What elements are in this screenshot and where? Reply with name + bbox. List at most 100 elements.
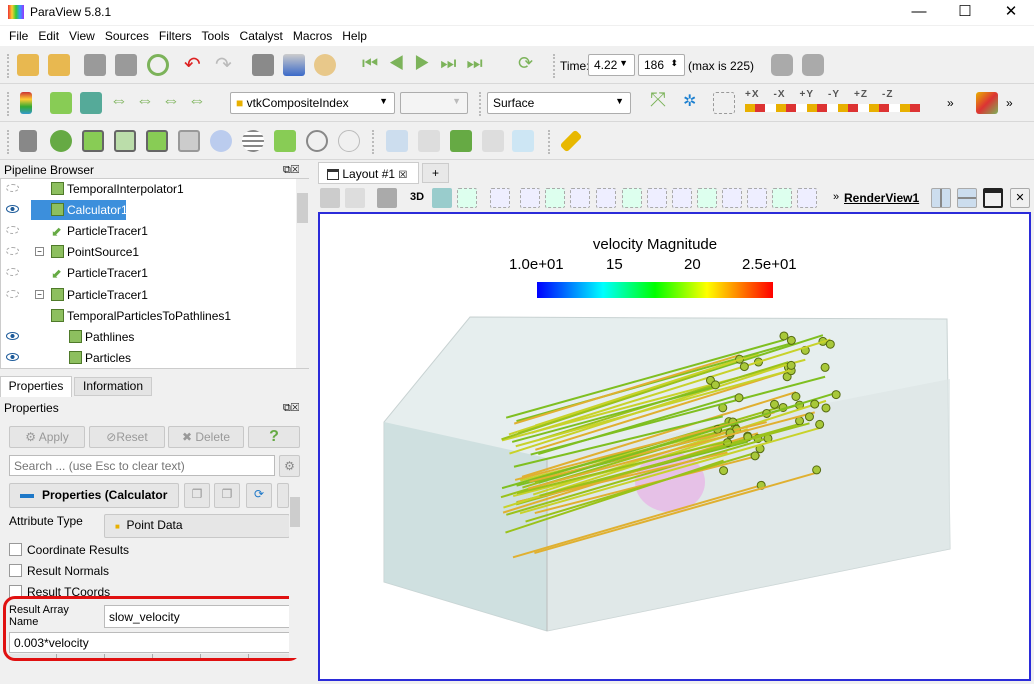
set-view-minus-z[interactable]: -Z: [882, 89, 893, 100]
open-file-icon[interactable]: [17, 54, 39, 76]
toolbar-grip[interactable]: [553, 54, 557, 78]
undo-icon[interactable]: ↶: [184, 52, 201, 77]
add-layout-tab[interactable]: +: [422, 163, 449, 183]
set-view-plus-y[interactable]: +Y: [800, 89, 815, 100]
group-datasets-icon[interactable]: [306, 130, 328, 152]
attribute-type-combo[interactable]: ■ Point Data: [104, 514, 290, 538]
scrollbar-thumb[interactable]: [297, 193, 308, 223]
properties-hscrollbar[interactable]: [9, 662, 299, 674]
eye-hidden-icon[interactable]: [6, 268, 19, 276]
load-state-icon[interactable]: [48, 54, 70, 76]
selection-tool-icon[interactable]: [570, 188, 590, 208]
loop-icon[interactable]: ⟳: [518, 53, 533, 74]
color-array-combo[interactable]: ■ vtkCompositeIndex ▼: [230, 92, 395, 114]
apply-button[interactable]: ⚙ Apply: [9, 426, 85, 448]
selection-tool-icon[interactable]: [490, 188, 510, 208]
selection-tool-icon[interactable]: [697, 188, 717, 208]
toolbar-grip[interactable]: [372, 130, 376, 154]
calculator-icon[interactable]: [19, 130, 37, 152]
zoom-box-icon[interactable]: [432, 188, 452, 208]
toolbar-grip[interactable]: [7, 54, 11, 78]
pipeline-item[interactable]: Pathlines: [1, 327, 297, 347]
save-screenshot-icon[interactable]: [802, 54, 824, 76]
view-toolbar-overflow[interactable]: »: [833, 191, 839, 203]
close-view-icon[interactable]: ✕: [1010, 188, 1030, 208]
eye-hidden-icon[interactable]: [6, 247, 19, 255]
paste-icon[interactable]: ❐: [214, 483, 240, 508]
help-button[interactable]: ?: [248, 426, 300, 448]
selection-tool-icon[interactable]: [722, 188, 742, 208]
selection-tool-icon[interactable]: [747, 188, 767, 208]
clip-icon[interactable]: [82, 130, 104, 152]
toolbar-grip[interactable]: [7, 92, 11, 116]
restore-defaults-icon[interactable]: [277, 483, 289, 508]
extract-level-icon[interactable]: [338, 130, 360, 152]
pipeline-item[interactable]: Particles: [1, 348, 297, 368]
plot-over-line-icon[interactable]: [450, 130, 472, 152]
menu-macros[interactable]: Macros: [288, 26, 337, 46]
change-input-icon[interactable]: [252, 54, 274, 76]
tab-information[interactable]: Information: [74, 377, 152, 396]
camera-axis-buttons[interactable]: +X -X +Y -Y +Z -Z: [745, 89, 893, 100]
selection-tool-icon[interactable]: [596, 188, 616, 208]
maximize-view-icon[interactable]: [983, 188, 1003, 208]
minimize-button[interactable]: —: [896, 2, 942, 24]
vcr-controls[interactable]: ⏮◀▶⏭⏭: [362, 53, 493, 74]
selection-tool-icon[interactable]: [622, 188, 642, 208]
selection-tool-icon[interactable]: [520, 188, 540, 208]
split-vertical-icon[interactable]: [957, 188, 977, 208]
selection-tool-icon[interactable]: [647, 188, 667, 208]
delete-button[interactable]: ✖ Delete: [168, 426, 244, 448]
toggle-color-legend-icon[interactable]: [20, 92, 32, 114]
eye-hidden-icon[interactable]: [6, 184, 19, 192]
palette-icon[interactable]: [314, 54, 336, 76]
selection-tool-icon[interactable]: [797, 188, 817, 208]
time-combo[interactable]: 4.22 ▼: [588, 54, 635, 76]
float-close-icons[interactable]: ⧉☒: [283, 402, 299, 415]
refresh-icon[interactable]: ⟳: [246, 483, 272, 508]
find-data-icon[interactable]: [512, 130, 534, 152]
contour-icon[interactable]: [50, 130, 72, 152]
selection-tool-icon[interactable]: [545, 188, 565, 208]
connect-icon[interactable]: [84, 54, 106, 76]
capture-screenshot-icon[interactable]: [377, 188, 397, 208]
slice-icon[interactable]: [114, 130, 136, 152]
toolbar-overflow-2[interactable]: »: [1006, 96, 1013, 110]
menu-tools[interactable]: Tools: [197, 26, 235, 46]
use-separate-colormap-icon[interactable]: [80, 92, 102, 114]
reset-session-icon[interactable]: [147, 54, 169, 76]
toolbar-grip[interactable]: [548, 130, 552, 154]
plot-over-time-icon[interactable]: [418, 130, 440, 152]
float-close-icons[interactable]: ⧉☒: [283, 164, 299, 177]
pipeline-scrollbar[interactable]: [296, 179, 309, 368]
extract-subset-icon[interactable]: [178, 130, 200, 152]
render-view[interactable]: velocity Magnitude 1.0e+01 15 20 2.5e+01: [318, 212, 1031, 681]
pipeline-item[interactable]: − PointSource1: [1, 242, 297, 262]
threshold-icon[interactable]: [146, 130, 168, 152]
pipeline-item[interactable]: ⬋ ParticleTracer1: [1, 263, 297, 283]
camera-orientation-icon[interactable]: [976, 92, 998, 114]
menu-sources[interactable]: Sources: [100, 26, 154, 46]
disconnect-icon[interactable]: [115, 54, 137, 76]
tab-layout-1[interactable]: Layout #1 ☒: [318, 162, 419, 184]
menu-view[interactable]: View: [64, 26, 100, 46]
collapse-icon[interactable]: −: [35, 290, 44, 299]
advanced-gear-icon[interactable]: ⚙: [279, 455, 300, 477]
menu-edit[interactable]: Edit: [33, 26, 64, 46]
coordinate-results-checkbox[interactable]: [9, 543, 22, 556]
reset-button[interactable]: ⊘Reset: [89, 426, 165, 448]
result-normals-checkbox[interactable]: [9, 564, 22, 577]
plot-selection-over-time-icon[interactable]: [482, 130, 504, 152]
menu-file[interactable]: File: [4, 26, 33, 46]
scrollbar-thumb[interactable]: [290, 497, 300, 527]
warp-by-vector-icon[interactable]: [274, 130, 296, 152]
toolbar-grip[interactable]: [7, 130, 11, 154]
menu-catalyst[interactable]: Catalyst: [235, 26, 288, 46]
set-view-plus-x[interactable]: +X: [745, 89, 760, 100]
toolbar-overflow[interactable]: »: [947, 96, 954, 110]
ruler-icon[interactable]: [559, 129, 583, 153]
selection-tool-icon[interactable]: [772, 188, 792, 208]
set-view-plus-z[interactable]: +Z: [854, 89, 868, 100]
pipeline-item[interactable]: TemporalInterpolator1: [1, 179, 297, 199]
toggle-3d-button[interactable]: 3D: [410, 191, 424, 203]
